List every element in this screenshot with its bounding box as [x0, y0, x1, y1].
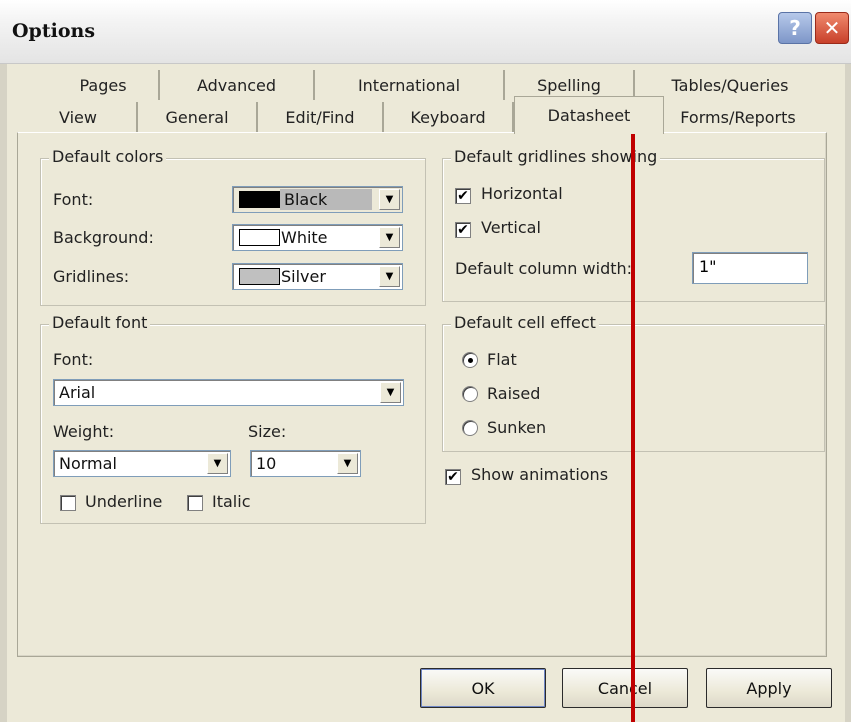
raised-label: Raised — [487, 384, 541, 403]
default-font-title: Default font — [49, 313, 151, 332]
white-swatch — [239, 229, 280, 246]
underline-checkbox[interactable] — [60, 495, 76, 511]
size-combo[interactable]: 10 ▼ — [250, 450, 361, 477]
tab-datasheet[interactable]: Datasheet — [514, 96, 664, 134]
chevron-down-icon[interactable]: ▼ — [379, 227, 400, 248]
column-width-field[interactable]: 1" — [692, 252, 808, 284]
show-animations-checkbox[interactable]: ✔ — [445, 469, 461, 485]
background-color-label: Background: — [53, 228, 154, 247]
gridlines-showing-title: Default gridlines showing — [451, 147, 661, 166]
weight-label: Weight: — [53, 422, 115, 441]
gridlines-color-combo[interactable]: Silver ▼ — [232, 263, 403, 290]
tab-edit-find[interactable]: Edit/Find — [258, 102, 384, 132]
annotation-arrow-shaft — [631, 124, 635, 722]
chevron-down-icon[interactable]: ▼ — [337, 453, 358, 474]
default-colors-title: Default colors — [49, 147, 167, 166]
gridlines-color-value: Silver — [281, 267, 326, 286]
cell-effect-title: Default cell effect — [451, 313, 599, 332]
gridlines-color-label: Gridlines: — [53, 267, 130, 286]
tab-view[interactable]: View — [20, 102, 138, 132]
apply-button[interactable]: Apply — [706, 668, 832, 708]
tab-forms-reports[interactable]: Forms/Reports — [664, 102, 812, 132]
italic-label: Italic — [212, 492, 251, 511]
weight-value: Normal — [59, 454, 117, 473]
underline-label: Underline — [85, 492, 163, 511]
font-color-label: Font: — [53, 190, 94, 209]
vertical-label: Vertical — [481, 218, 541, 237]
cancel-button[interactable]: Cancel — [562, 668, 688, 708]
italic-checkbox[interactable] — [187, 495, 203, 511]
help-button[interactable]: ? — [778, 12, 812, 44]
background-color-combo[interactable]: White ▼ — [232, 224, 403, 251]
font-name-combo[interactable]: Arial ▼ — [53, 379, 404, 406]
chevron-down-icon[interactable]: ▼ — [379, 266, 400, 287]
tab-international[interactable]: International — [315, 70, 505, 100]
radio-dot-icon — [467, 357, 473, 363]
tab-pages[interactable]: Pages — [48, 70, 160, 100]
tab-advanced[interactable]: Advanced — [160, 70, 315, 100]
font-name-label: Font: — [53, 350, 94, 369]
horizontal-checkbox[interactable]: ✔ — [455, 188, 471, 204]
size-value: 10 — [256, 454, 277, 473]
chevron-down-icon[interactable]: ▼ — [380, 382, 401, 403]
sunken-label: Sunken — [487, 418, 547, 437]
font-name-value: Arial — [59, 383, 96, 402]
tab-keyboard[interactable]: Keyboard — [384, 102, 514, 132]
silver-swatch — [239, 268, 280, 285]
tab-general[interactable]: General — [138, 102, 258, 132]
chevron-down-icon[interactable]: ▼ — [207, 453, 228, 474]
close-button[interactable]: ✕ — [815, 12, 849, 44]
font-color-combo[interactable]: Black ▼ — [232, 186, 403, 213]
column-width-label: Default column width: — [455, 259, 633, 278]
horizontal-label: Horizontal — [481, 184, 563, 203]
flat-radio[interactable] — [462, 352, 478, 368]
title-bar — [0, 0, 851, 64]
background-color-value: White — [281, 228, 328, 247]
raised-radio[interactable] — [462, 386, 478, 402]
size-label: Size: — [248, 422, 287, 441]
flat-label: Flat — [487, 350, 517, 369]
window-frame-right — [845, 64, 851, 722]
weight-combo[interactable]: Normal ▼ — [53, 450, 231, 477]
font-color-value: Black — [280, 189, 372, 210]
ok-button[interactable]: OK — [420, 668, 546, 708]
vertical-checkbox[interactable]: ✔ — [455, 222, 471, 238]
sunken-radio[interactable] — [462, 420, 478, 436]
dialog-title: Options — [12, 20, 96, 42]
chevron-down-icon[interactable]: ▼ — [379, 189, 400, 210]
black-swatch — [239, 191, 280, 208]
window-frame-left — [0, 64, 7, 722]
show-animations-label: Show animations — [471, 465, 609, 484]
